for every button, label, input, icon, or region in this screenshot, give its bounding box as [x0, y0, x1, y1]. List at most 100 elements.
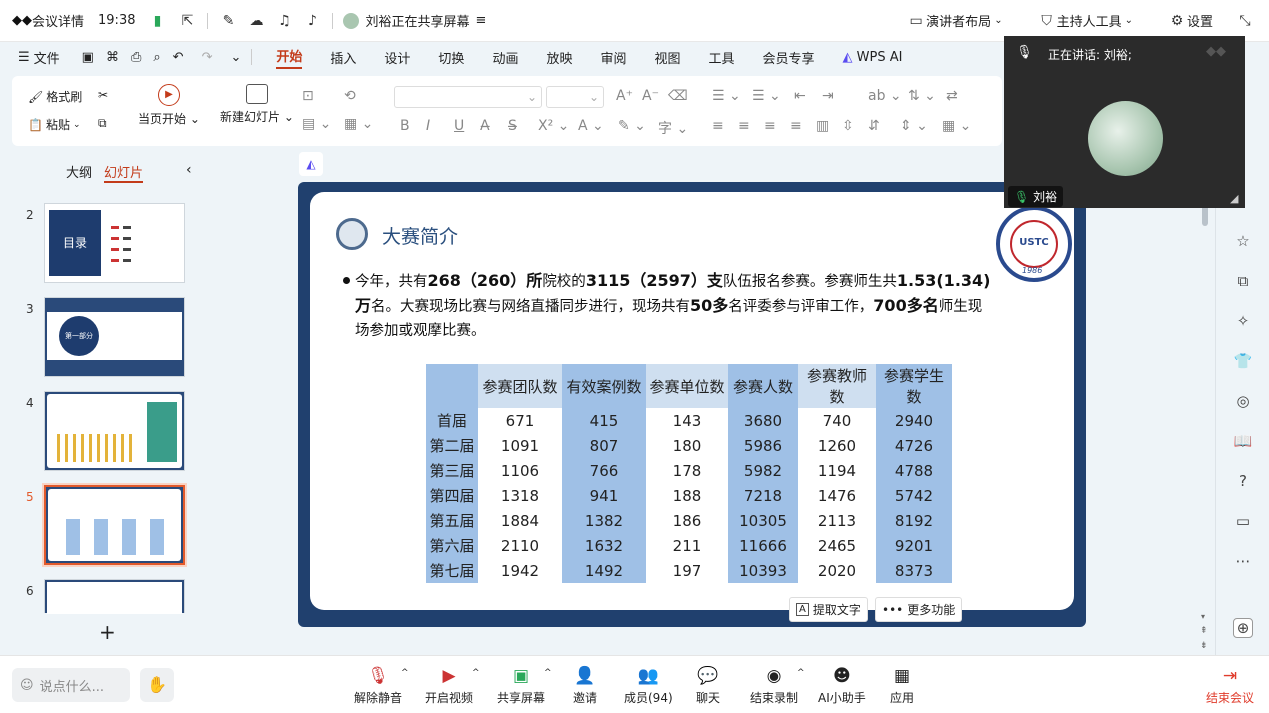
phonetic-icon[interactable]: 字 ⌄	[658, 118, 688, 138]
popout-icon[interactable]: ⇱	[177, 11, 197, 31]
help-icon[interactable]: ?	[1233, 472, 1253, 492]
shirt-icon[interactable]: 👕	[1233, 352, 1253, 372]
shadow-icon[interactable]: S̶	[508, 118, 517, 134]
settings-button[interactable]: ⚙ 设置	[1167, 11, 1213, 31]
sharing-status[interactable]: 刘裕正在共享屏幕 ≡	[343, 11, 486, 30]
bold-icon[interactable]: B	[400, 118, 410, 134]
columns-icon[interactable]: ▦ ⌄	[942, 118, 971, 134]
slide-thumbnail-5[interactable]	[44, 485, 185, 565]
voice-icon[interactable]: ♫	[274, 11, 294, 31]
share-icon[interactable]: ⌘	[106, 50, 119, 65]
reset-icon[interactable]: ⟲	[344, 88, 356, 104]
ai-assistant-icon[interactable]: ◭	[299, 152, 323, 176]
save-icon[interactable]: ▣	[82, 50, 94, 65]
superscript-icon[interactable]: X² ⌄	[538, 118, 569, 134]
section-icon[interactable]: ▤ ⌄	[302, 116, 331, 132]
cloud-icon[interactable]: ☁	[246, 11, 266, 31]
underline-icon[interactable]: U	[454, 118, 464, 134]
end-record-button[interactable]: ◉ 结束录制	[750, 666, 798, 706]
highlight-icon[interactable]: ✎ ⌄	[618, 118, 646, 134]
slide-thumbnail-4[interactable]	[44, 391, 185, 471]
tab-view[interactable]: 视图	[654, 48, 680, 67]
cut-icon[interactable]: ✂	[98, 88, 108, 102]
chevron-down-icon[interactable]: ⌄	[230, 50, 241, 65]
menu-icon[interactable]: ☰	[18, 50, 30, 65]
extract-text-button[interactable]: A 提取文字	[789, 597, 868, 622]
font-size-select[interactable]: ⌄	[546, 86, 604, 108]
copy-icon[interactable]: ⧉	[98, 116, 107, 131]
font-shrink-icon[interactable]: A⁻	[642, 88, 659, 104]
video-tile[interactable]: 🎙 正在讲话: 刘裕; ◆◆ 🎙 刘裕 ◢	[1004, 36, 1245, 208]
align-left-icon[interactable]: ≡	[712, 118, 724, 134]
copy-slide-icon[interactable]: ⧉	[1233, 272, 1253, 292]
members-button[interactable]: 👥 成员(94)	[624, 666, 673, 706]
star-icon[interactable]: ☆	[1233, 232, 1253, 252]
slide-thumbnail-2[interactable]: 目录	[44, 203, 185, 283]
collapse-panel-icon[interactable]: ‹	[186, 162, 192, 178]
next-slide-icon[interactable]: ⇟	[1200, 641, 1208, 651]
slide-thumbnail-3[interactable]: 第一部分	[44, 297, 185, 377]
chat-button[interactable]: 💬 聊天	[696, 666, 720, 706]
tab-outline[interactable]: 大纲	[66, 162, 92, 183]
chat-input[interactable]: ☺ 说点什么...	[12, 668, 130, 702]
format-brush-button[interactable]: 🖌 格式刷	[28, 88, 82, 105]
distribute-icon[interactable]: ▥	[816, 118, 829, 134]
play-current-button[interactable]: ▶ 当页开始 ⌄	[138, 84, 200, 127]
invite-button[interactable]: 👤 邀请	[573, 666, 597, 706]
new-slide-button[interactable]: 新建幻灯片 ⌄	[220, 84, 294, 125]
tab-slideshow[interactable]: 放映	[546, 48, 572, 67]
raise-hand-button[interactable]: ✋	[140, 668, 174, 702]
end-meeting-button[interactable]: ⇥ 结束会议	[1206, 666, 1254, 706]
vertical-align-icon[interactable]: ⇳	[842, 118, 854, 134]
chevron-up-icon[interactable]: ^	[544, 668, 552, 678]
text-direction-icon[interactable]: ⇵	[868, 118, 880, 134]
tab-transition[interactable]: 切换	[438, 48, 464, 67]
start-video-button[interactable]: ▶ 开启视频	[425, 666, 473, 706]
arrange-icon[interactable]: ▦ ⌄	[344, 116, 373, 132]
font-grow-icon[interactable]: A⁺	[616, 88, 633, 104]
presenter-layout-button[interactable]: ▭ 演讲者布局 ⌄	[906, 11, 1003, 31]
ai-assistant-button[interactable]: ☻ AI小助手	[818, 666, 866, 706]
tab-insert[interactable]: 插入	[330, 48, 356, 67]
resize-handle-icon[interactable]: ◢	[1230, 192, 1238, 205]
meeting-details-button[interactable]: ◆◆ 会议详情	[12, 11, 84, 31]
comment-icon[interactable]: ▭	[1233, 512, 1253, 532]
align-right-icon[interactable]: ≡	[764, 118, 776, 134]
convert-icon[interactable]: ⇄	[946, 88, 958, 104]
align-center-icon[interactable]: ≡	[738, 118, 750, 134]
tab-wps-ai[interactable]: ◭ WPS AI	[843, 50, 903, 65]
paste-button[interactable]: 📋 粘贴 ⌄	[28, 116, 81, 133]
layout-icon[interactable]: ⊡	[302, 88, 314, 104]
more-icon[interactable]: ⋯	[1233, 552, 1253, 572]
text-effect-icon[interactable]: ab ⌄	[868, 88, 902, 104]
tab-member[interactable]: 会员专享	[763, 48, 815, 67]
book-icon[interactable]: 📖	[1233, 432, 1253, 452]
chevron-up-icon[interactable]: ^	[401, 668, 409, 678]
collapse-icon[interactable]: ⤡	[1235, 11, 1255, 31]
preview-icon[interactable]: ⌕	[153, 50, 160, 65]
outdent-icon[interactable]: ⇤	[794, 88, 806, 104]
annotate-off-icon[interactable]: ✎	[218, 11, 238, 31]
magic-icon[interactable]: ✧	[1233, 312, 1253, 332]
prev-slide-icon[interactable]: ⇞	[1200, 626, 1208, 636]
tab-review[interactable]: 审阅	[600, 48, 626, 67]
eraser-icon[interactable]: ⌫	[668, 88, 688, 104]
unmute-button[interactable]: 🎙 解除静音	[354, 666, 402, 706]
current-slide[interactable]: 大赛简介 USTC 1986 今年，共有268（260）所院校的3115（259…	[298, 182, 1086, 627]
tab-home[interactable]: 开始	[276, 46, 303, 69]
more-functions-button[interactable]: ••• 更多功能	[875, 597, 963, 622]
tab-file[interactable]: 文件	[34, 48, 60, 67]
line-spacing-icon[interactable]: ⇕ ⌄	[900, 118, 928, 134]
zoom-in-icon[interactable]: ⊕	[1233, 618, 1253, 638]
indent-icon[interactable]: ⇥	[822, 88, 834, 104]
font-family-select[interactable]: ⌄	[394, 86, 542, 108]
print-icon[interactable]: ⎙	[131, 50, 141, 65]
chevron-up-icon[interactable]: ^	[472, 668, 480, 678]
sort-icon[interactable]: ⇅ ⌄	[908, 88, 936, 104]
tab-design[interactable]: 设计	[384, 48, 410, 67]
bullets-icon[interactable]: ☰ ⌄	[712, 88, 741, 104]
chevron-up-icon[interactable]: ^	[797, 668, 805, 678]
animation-icon[interactable]: ◎	[1233, 392, 1253, 412]
font-color-icon[interactable]: A ⌄	[578, 118, 604, 134]
undo-icon[interactable]: ↶	[173, 50, 184, 65]
